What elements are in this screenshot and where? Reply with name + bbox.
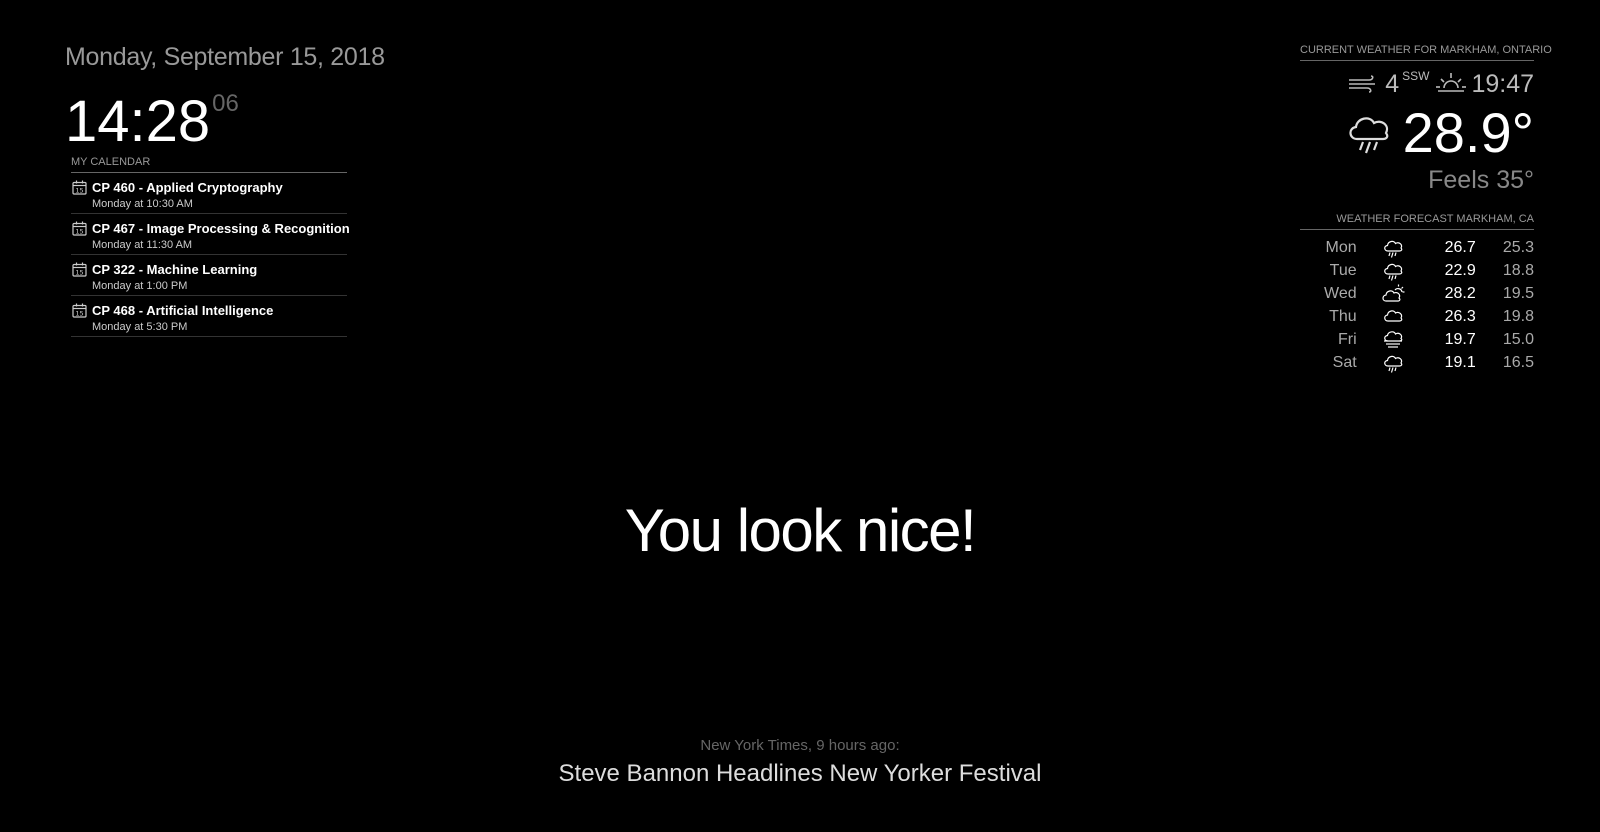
calendar-event-time: Monday at 1:00 PM xyxy=(92,280,188,292)
current-weather-header: CURRENT WEATHER FOR MARKHAM, ONTARIO xyxy=(1300,44,1552,61)
forecast-min-temp: 25.3 xyxy=(1502,238,1534,256)
svg-text:15: 15 xyxy=(75,187,83,195)
calendar-event-time: Monday at 5:30 PM xyxy=(92,321,188,333)
forecast-day: Thu xyxy=(1329,307,1357,325)
forecast-min-temp: 16.5 xyxy=(1502,353,1534,371)
calendar-icon: 15 xyxy=(72,221,87,236)
feels-like-temperature: Feels 35° xyxy=(1428,166,1534,194)
wind-sunset-row: 4 SSW 19:47 xyxy=(1300,69,1534,99)
calendar-event: 15 CP 322 - Machine Learning Monday at 1:0… xyxy=(71,255,347,296)
calendar-event-time: Monday at 11:30 AM xyxy=(92,239,193,251)
calendar-event-title: CP 467 - Image Processing & Recognition xyxy=(92,221,350,236)
news-headline: Steve Bannon Headlines New Yorker Festiv… xyxy=(558,760,1042,787)
forecast-max-temp: 26.3 xyxy=(1444,307,1476,325)
forecast-row: Thu 26.3 19.8 xyxy=(1300,305,1534,328)
forecast-day: Sat xyxy=(1332,353,1357,371)
sunset-time: 19:47 xyxy=(1471,69,1534,98)
svg-text:15: 15 xyxy=(75,228,83,236)
calendar-event-title: CP 460 - Applied Cryptography xyxy=(92,180,283,195)
windy-cloud-icon xyxy=(1357,328,1430,351)
calendar-event-title: CP 322 - Machine Learning xyxy=(92,262,258,277)
sunset-icon xyxy=(1436,73,1467,92)
current-time: 14:2806 xyxy=(65,74,385,152)
forecast-max-temp: 26.7 xyxy=(1444,238,1476,256)
rain-icon xyxy=(1349,117,1388,154)
current-weather-module: CURRENT WEATHER FOR MARKHAM, ONTARIO 4 S… xyxy=(1300,44,1552,195)
forecast-min-temp: 19.5 xyxy=(1502,284,1534,302)
rain-icon xyxy=(1357,259,1430,282)
rain-icon xyxy=(1357,351,1430,374)
calendar-event: 15 CP 468 - Artificial Intelligence Monday… xyxy=(71,296,347,337)
calendar-icon: 15 xyxy=(72,303,87,318)
wind-icon xyxy=(1349,75,1376,93)
calendar-event: 15 CP 460 - Applied Cryptography Monday at… xyxy=(71,173,347,214)
forecast-row: Sat 19.1 16.5 xyxy=(1300,351,1534,374)
cloud-icon xyxy=(1357,305,1430,328)
forecast-day: Mon xyxy=(1325,238,1357,256)
forecast-row: Wed 28.2 19.5 xyxy=(1300,282,1534,305)
calendar-event: 15 CP 467 - Image Processing & Recognitio… xyxy=(71,214,350,255)
forecast-min-temp: 15.0 xyxy=(1502,330,1534,348)
forecast-day: Tue xyxy=(1329,261,1357,279)
rain-icon xyxy=(1357,236,1430,259)
forecast-row: Tue 22.9 18.8 xyxy=(1300,259,1534,282)
partly-cloudy-icon xyxy=(1357,282,1430,305)
calendar-header: MY CALENDAR xyxy=(71,156,347,173)
magic-mirror-screen: Monday, September 15, 2018 14:2806 MY CA… xyxy=(0,0,1600,832)
current-date: Monday, September 15, 2018 xyxy=(65,43,385,71)
forecast-day: Wed xyxy=(1324,284,1357,302)
calendar-module: MY CALENDAR 15 CP 460 - Applied Cryptogra… xyxy=(71,156,350,337)
calendar-icon: 15 xyxy=(72,180,87,195)
forecast-max-temp: 19.1 xyxy=(1444,353,1476,371)
wind-speed: 4 xyxy=(1385,69,1400,98)
calendar-event-title: CP 468 - Artificial Intelligence xyxy=(92,303,274,318)
forecast-min-temp: 18.8 xyxy=(1502,261,1534,279)
forecast-max-temp: 19.7 xyxy=(1444,330,1476,348)
current-temperature: 28.9° xyxy=(1402,101,1534,164)
forecast-day: Fri xyxy=(1338,330,1357,348)
forecast-min-temp: 19.8 xyxy=(1502,307,1534,325)
clock-module: Monday, September 15, 2018 14:2806 xyxy=(65,42,385,152)
wind-direction: SSW xyxy=(1402,69,1430,83)
calendar-event-list: 15 CP 460 - Applied Cryptography Monday at… xyxy=(71,173,350,337)
temperature-row: 28.9° xyxy=(1300,103,1534,163)
calendar-event-time: Monday at 10:30 AM xyxy=(92,198,193,210)
time-seconds: 06 xyxy=(212,90,239,117)
forecast-row: Mon 26.7 25.3 xyxy=(1300,236,1534,259)
time-hours-minutes: 14:28 xyxy=(65,89,211,154)
forecast-max-temp: 22.9 xyxy=(1444,261,1476,279)
newsfeed-module: New York Times, 9 hours ago: Steve Banno… xyxy=(0,736,1600,790)
weather-forecast-module: WEATHER FORECAST MARKHAM, CA Mon 26.7 25.3… xyxy=(1300,213,1534,374)
compliment-text: You look nice! xyxy=(624,497,977,564)
forecast-row: Fri 19.7 15.0 xyxy=(1300,328,1534,351)
svg-text:15: 15 xyxy=(75,269,83,277)
forecast-table: Mon 26.7 25.3 Tue 22.9 18.8 Wed 28.2 19.5 Thu 26.3… xyxy=(1300,236,1534,374)
svg-text:15: 15 xyxy=(75,310,83,318)
forecast-max-temp: 28.2 xyxy=(1444,284,1476,302)
news-source: New York Times, 9 hours ago: xyxy=(700,737,900,754)
forecast-header: WEATHER FORECAST MARKHAM, CA xyxy=(1300,213,1534,230)
calendar-icon: 15 xyxy=(72,262,87,277)
